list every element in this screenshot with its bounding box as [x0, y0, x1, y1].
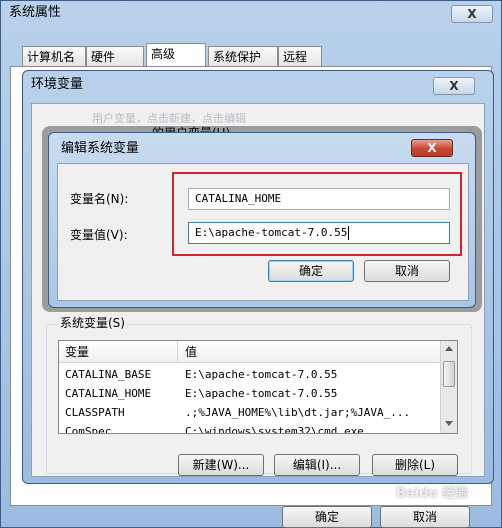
tab-remote[interactable]: 远程 [278, 46, 322, 67]
text-cursor [348, 226, 350, 240]
column-divider [177, 341, 178, 363]
variable-name-input[interactable]: CATALINA_HOME [188, 188, 450, 210]
column-header-variable[interactable]: 变量 [65, 341, 89, 363]
edit-dialog-ok-button[interactable]: 确定 [268, 260, 354, 282]
edit-variable-button[interactable]: 编辑(I)... [274, 454, 360, 476]
row-variable-value: .;%JAVA_HOME%\lib\dt.jar;%JAVA_... [185, 406, 411, 419]
system-variables-label: 系统变量(S) [58, 314, 127, 331]
table-row[interactable]: CLASSPATH .;%JAVA_HOME%\lib\dt.jar;%JAVA… [59, 403, 440, 422]
scrollbar-thumb[interactable] [443, 361, 455, 387]
tab-hardware[interactable]: 硬件 [86, 46, 144, 67]
edit-system-variable-dialog: 编辑系统变量 X 变量名(N): 变量值(V): CATALINA_HOME E… [48, 132, 476, 308]
system-properties-cancel-button[interactable]: 取消 [380, 506, 470, 528]
scroll-down-arrow-icon[interactable] [445, 421, 453, 426]
edit-dialog-cancel-button[interactable]: 取消 [364, 260, 450, 282]
list-header: 变量 值 [59, 341, 440, 363]
row-variable-name: CLASSPATH [65, 406, 125, 419]
delete-variable-button[interactable]: 删除(L) [372, 454, 458, 476]
table-row[interactable]: ComSpec C:\windows\system32\cmd.exe [59, 422, 440, 434]
edit-dialog-close-button[interactable]: X [411, 139, 453, 157]
vertical-scrollbar[interactable] [440, 341, 457, 433]
table-row[interactable]: CATALINA_HOME E:\apache-tomcat-7.0.55 [59, 384, 440, 403]
new-variable-button[interactable]: 新建(W)... [178, 454, 264, 476]
scroll-up-arrow-icon[interactable] [445, 346, 453, 351]
system-properties-ok-button[interactable]: 确定 [282, 506, 372, 528]
tab-computer-name[interactable]: 计算机名 [22, 46, 86, 67]
system-properties-close-button[interactable]: X [451, 5, 493, 23]
row-variable-name: ComSpec [65, 425, 112, 434]
row-variable-value: E:\apache-tomcat-7.0.55 [185, 368, 338, 381]
row-variable-name: CATALINA_HOME [65, 387, 152, 400]
table-row[interactable]: CATALINA_BASE E:\apache-tomcat-7.0.55 [59, 365, 440, 384]
row-variable-value: E:\apache-tomcat-7.0.55 [185, 387, 338, 400]
tab-system-protection[interactable]: 系统保护 [208, 46, 278, 67]
variable-value-label: 变量值(V): [70, 228, 128, 242]
variable-value-input[interactable]: E:\apache-tomcat-7.0.55 [188, 222, 450, 244]
edit-dialog-title: 编辑系统变量 [61, 141, 140, 156]
system-properties-title: 系统属性 [9, 5, 62, 20]
row-variable-name: CATALINA_BASE [65, 368, 152, 381]
env-vars-close-button[interactable]: X [433, 77, 475, 95]
tab-advanced[interactable]: 高级 [146, 43, 206, 67]
row-variable-value: C:\windows\system32\cmd.exe [185, 425, 364, 434]
variable-value-text: E:\apache-tomcat-7.0.55 [195, 226, 348, 239]
watermark: Baidu 经验 [396, 486, 469, 501]
variable-name-label: 变量名(N): [70, 192, 129, 206]
env-vars-title: 环境变量 [31, 77, 84, 92]
column-header-value[interactable]: 值 [185, 341, 197, 363]
system-variables-list[interactable]: 变量 值 CATALINA_BASE E:\apache-tomcat-7.0.… [58, 340, 458, 434]
edit-dialog-panel: 变量名(N): 变量值(V): CATALINA_HOME E:\apache-… [57, 163, 469, 301]
